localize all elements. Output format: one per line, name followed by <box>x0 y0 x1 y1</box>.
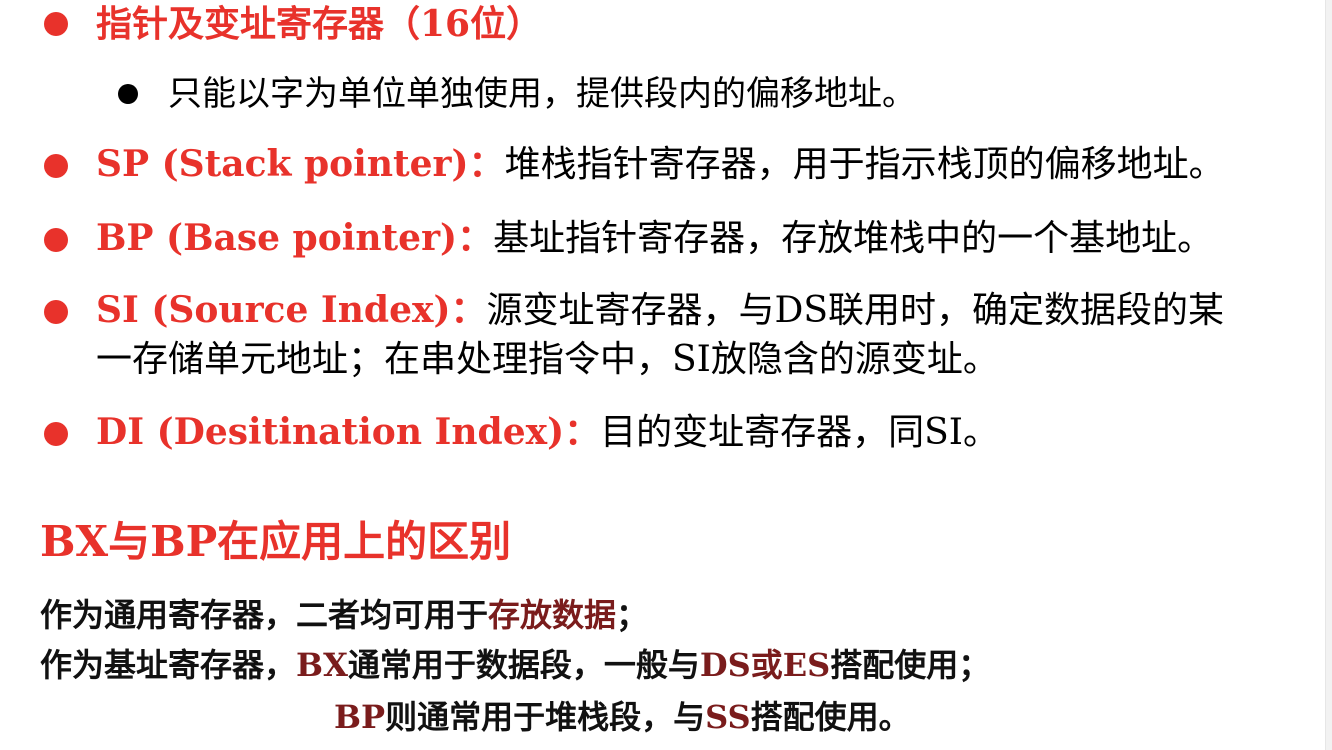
di-item: DI (Desitination Index)：目的变址寄存器，同SI。 <box>96 410 999 455</box>
bullet-dot <box>44 300 68 324</box>
line2-bx: BX <box>296 646 348 684</box>
bullet-dot <box>44 154 68 178</box>
bp-label: BP (Base pointer)： <box>96 217 494 259</box>
si-si-term: SI <box>672 339 711 380</box>
pointer-registers-header: 指针及变址寄存器（16位） <box>96 3 543 45</box>
si-ds-term: DS <box>774 290 829 331</box>
di-description-2: 。 <box>963 412 1000 453</box>
line2-text-e: 搭配使用； <box>830 646 991 684</box>
si-item-line-2: 一存储单元地址；在串处理指令中，SI放隐含的源变址。 <box>96 338 999 382</box>
pointer-registers-subtext: 只能以字为单位单独使用，提供段内的偏移地址。 <box>168 74 916 114</box>
section-line-2: 作为基址寄存器，BX通常用于数据段，一般与DS或ES搭配使用； <box>40 644 990 686</box>
section-line-1: 作为通用寄存器，二者均可用于存放数据； <box>40 594 648 636</box>
di-si-term: SI <box>924 412 964 453</box>
line3-text-b: 则通常用于堆栈段，与 <box>385 698 706 736</box>
line3-bp: BP <box>334 698 386 736</box>
line1-text-a: 作为通用寄存器，二者均可用于 <box>40 596 489 634</box>
section-title: BX与BP在应用上的区别 <box>40 517 512 566</box>
bullet-dot <box>44 422 68 446</box>
si-description-3: 一存储单元地址；在串处理指令中， <box>96 339 673 380</box>
si-description-2: 联用时，确定数据段的某 <box>828 290 1225 331</box>
bp-description: 基址指针寄存器，存放堆栈中的一个基地址。 <box>493 218 1214 259</box>
si-label: SI (Source Index)： <box>96 289 487 331</box>
line2-text-c: 通常用于数据段，一般与 <box>347 646 700 684</box>
line2-ds-es: DS或ES <box>699 646 831 684</box>
di-label: DI (Desitination Index)： <box>96 411 601 453</box>
di-description-1: 目的变址寄存器，同 <box>600 412 925 453</box>
bullet-dot <box>44 12 68 36</box>
section-line-3: BP则通常用于堆栈段，与SS搭配使用。 <box>334 696 911 738</box>
line1-text-c: ； <box>616 596 649 634</box>
si-description-1: 源变址寄存器，与 <box>486 290 775 331</box>
sub-bullet-dot <box>118 84 138 104</box>
sp-description: 堆栈指针寄存器，用于指示栈顶的偏移地址。 <box>504 144 1225 185</box>
sp-label: SP (Stack pointer)： <box>96 143 505 185</box>
si-description-4: 放隐含的源变址。 <box>710 339 999 380</box>
line3-text-d: 搭配使用。 <box>750 698 911 736</box>
bullet-dot <box>44 228 68 252</box>
bp-item: BP (Base pointer)：基址指针寄存器，存放堆栈中的一个基地址。 <box>96 216 1213 261</box>
slide-right-edge <box>1325 0 1332 750</box>
line3-ss: SS <box>705 698 751 736</box>
line2-text-a: 作为基址寄存器， <box>40 646 297 684</box>
sp-item: SP (Stack pointer)：堆栈指针寄存器，用于指示栈顶的偏移地址。 <box>96 142 1225 187</box>
line1-highlight: 存放数据 <box>488 596 617 634</box>
si-item-line-1: SI (Source Index)：源变址寄存器，与DS联用时，确定数据段的某 <box>96 288 1224 333</box>
